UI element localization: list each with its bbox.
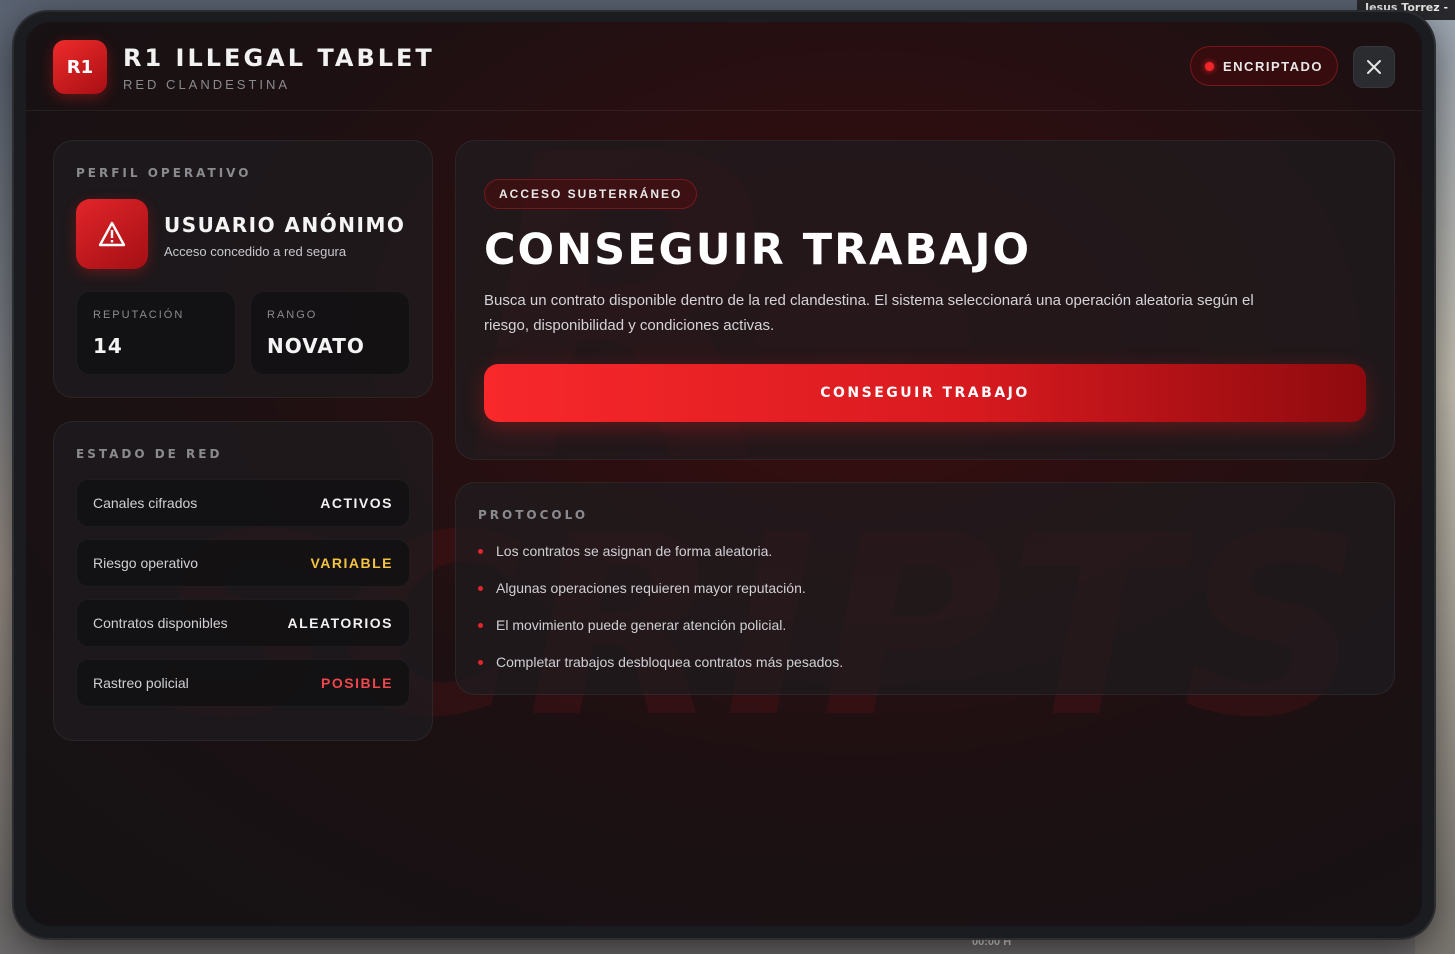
encryption-status-label: ENCRIPTADO xyxy=(1223,58,1323,74)
hero-description: Busca un contrato disponible dentro de l… xyxy=(484,292,1254,334)
close-button[interactable] xyxy=(1353,46,1395,88)
app-subtitle: RED CLANDESTINA xyxy=(123,77,291,92)
network-row: Rastreo policial POSIBLE xyxy=(76,659,410,707)
protocol-list: Los contratos se asignan de forma aleato… xyxy=(478,533,843,681)
protocol-item-text: El movimiento puede generar atención pol… xyxy=(496,617,787,633)
get-job-button[interactable]: CONSEGUIR TRABAJO xyxy=(484,364,1366,422)
bullet-icon xyxy=(478,660,483,665)
profile-card: PERFIL OPERATIVO USUARIO ANÓNIMO Acceso … xyxy=(53,140,433,398)
network-row: Riesgo operativo VARIABLE xyxy=(76,539,410,587)
rank-value: NOVATO xyxy=(267,334,365,358)
network-status-card: ESTADO DE RED Canales cifrados ACTIVOS R… xyxy=(53,421,433,741)
network-row-value: POSIBLE xyxy=(321,675,393,691)
list-item: Completar trabajos desbloquea contratos … xyxy=(478,644,843,681)
network-row-label: Canales cifrados xyxy=(93,495,198,511)
profile-section-label: PERFIL OPERATIVO xyxy=(76,166,252,180)
protocol-item-text: Completar trabajos desbloquea contratos … xyxy=(496,654,844,670)
access-tag: ACCESO SUBTERRÁNEO xyxy=(484,179,698,209)
bullet-icon xyxy=(478,549,483,554)
status-dot-icon xyxy=(1205,61,1214,71)
rank-stat: RANGO NOVATO xyxy=(250,291,410,375)
list-item: El movimiento puede generar atención pol… xyxy=(478,607,843,644)
app-header: R1 R1 ILLEGAL TABLET RED CLANDESTINA ENC… xyxy=(26,22,1422,111)
app-title: R1 ILLEGAL TABLET xyxy=(123,44,435,72)
network-row-label: Riesgo operativo xyxy=(93,555,199,571)
network-row: Canales cifrados ACTIVOS xyxy=(76,479,410,527)
bullet-icon xyxy=(478,586,483,591)
network-row-label: Contratos disponibles xyxy=(93,615,228,631)
protocol-item-text: Los contratos se asignan de forma aleato… xyxy=(496,543,773,559)
job-hero-card: ACCESO SUBTERRÁNEO CONSEGUIR TRABAJO Bus… xyxy=(455,140,1395,460)
protocol-section-label: PROTOCOLO xyxy=(478,508,589,522)
hero-title: CONSEGUIR TRABAJO xyxy=(484,225,1032,275)
tablet-screen: R SCRIPTS R1 R1 ILLEGAL TABLET RED CLAND… xyxy=(26,22,1422,926)
protocol-item-text: Algunas operaciones requieren mayor repu… xyxy=(496,580,806,596)
network-row-value: ALEATORIOS xyxy=(287,615,393,631)
profile-avatar xyxy=(76,199,148,269)
list-item: Algunas operaciones requieren mayor repu… xyxy=(478,570,843,607)
reputation-label: REPUTACIÓN xyxy=(93,309,185,321)
encryption-status-badge: ENCRIPTADO xyxy=(1190,46,1338,86)
network-row-value: ACTIVOS xyxy=(320,495,393,511)
close-icon xyxy=(1367,60,1381,74)
user-status-text: Acceso concedido a red segura xyxy=(164,244,347,259)
network-row: Contratos disponibles ALEATORIOS xyxy=(76,599,410,647)
warning-icon xyxy=(98,221,126,247)
list-item: Los contratos se asignan de forma aleato… xyxy=(478,533,843,570)
reputation-stat: REPUTACIÓN 14 xyxy=(76,291,236,375)
bullet-icon xyxy=(478,623,483,628)
app-logo: R1 xyxy=(53,40,107,94)
reputation-value: 14 xyxy=(93,334,123,358)
network-section-label: ESTADO DE RED xyxy=(76,447,223,461)
rank-label: RANGO xyxy=(267,309,318,321)
protocol-card: PROTOCOLO Los contratos se asignan de fo… xyxy=(455,482,1395,695)
user-name: USUARIO ANÓNIMO xyxy=(164,213,406,237)
network-row-label: Rastreo policial xyxy=(93,675,189,691)
network-row-value: VARIABLE xyxy=(310,555,393,571)
